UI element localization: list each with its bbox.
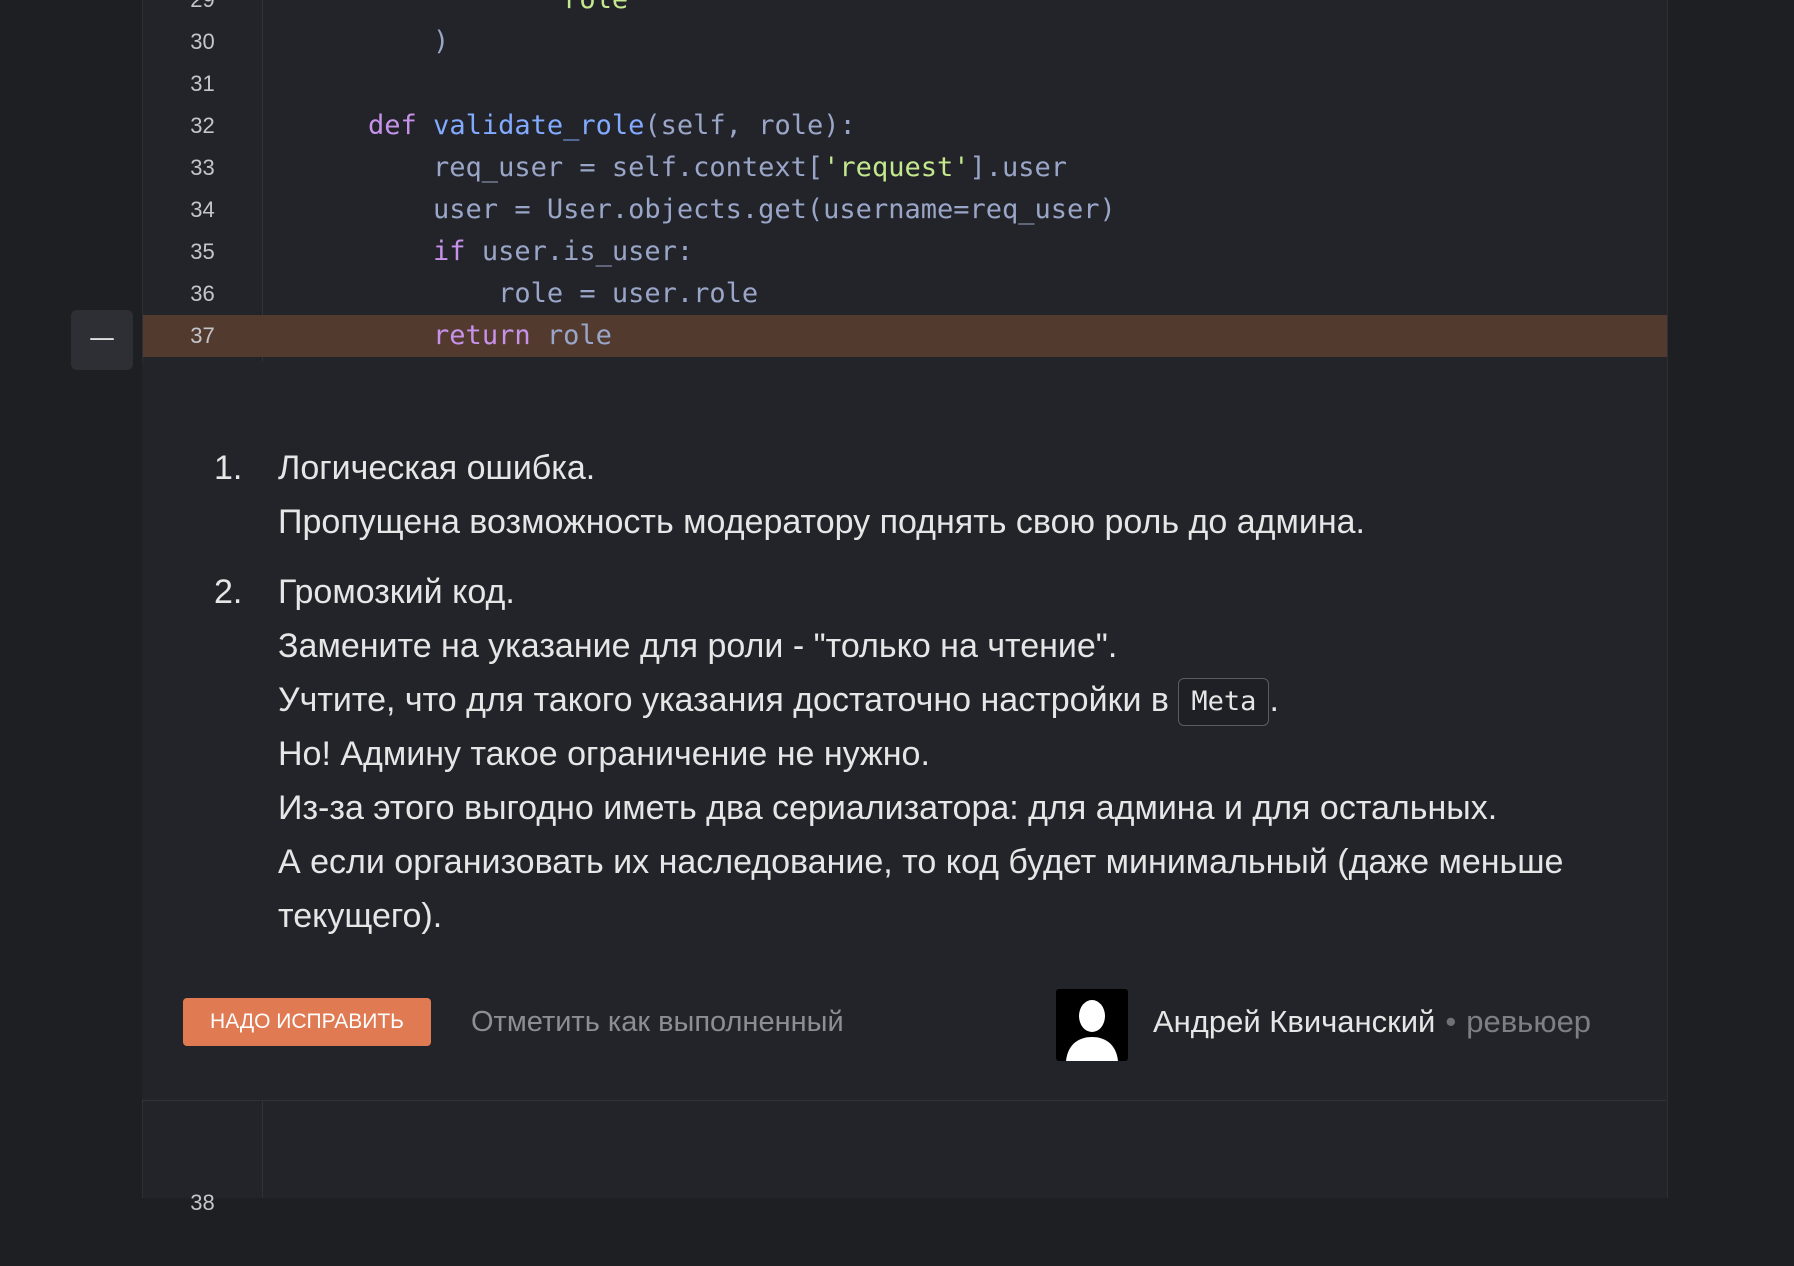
code-text: role [303,0,628,21]
code-line-37[interactable]: 37 return role [143,315,1667,357]
comment-footer: НАДО ИСПРАВИТЬ Отметить как выполненный … [183,989,1623,1061]
author-role: ревьюер [1466,1004,1592,1039]
code-line-38[interactable]: 38 [143,1140,1667,1215]
comment-text: А если организовать их наследование, то … [278,843,1564,935]
line-number: 32 [190,113,215,138]
line-number: 30 [190,29,215,54]
inline-code: Meta [1178,678,1270,727]
line-number: 37 [190,323,215,348]
comment-text: Из-за этого выгодно иметь два сериализат… [278,789,1498,827]
code-text: user = User.objects.get(username=req_use… [303,189,1116,231]
code-line-31[interactable]: 31 [143,63,1667,105]
line-number: 35 [190,239,215,264]
code-line-35[interactable]: 35 if user.is_user: [143,231,1667,273]
code-token: def [368,110,417,141]
comment-text: Пропущена возможность модератору поднять… [278,503,1365,541]
code-line-34[interactable]: 34 user = User.objects.get(username=req_… [143,189,1667,231]
code-token: validate_role [433,110,645,141]
comment-list: 1. Логическая ошибка. Пропущена возможно… [214,441,1594,959]
comment-text: Учтите, что для такого указания достаточ… [278,681,1179,719]
code-line-33[interactable]: 33 req_user = self.context['request'].us… [143,147,1667,189]
line-number: 34 [190,197,215,222]
code-line-36[interactable]: 36 role = user.role [143,273,1667,315]
code-text: if user.is_user: [303,231,693,273]
code-line-30[interactable]: 30 ) [143,21,1667,63]
comment-text: Но! Админу такое ограничение не нужно. [278,735,930,773]
review-comment: 1. Логическая ошибка. Пропущена возможно… [142,361,1666,1101]
user-silhouette-icon [1066,1000,1118,1061]
list-item: 2. Громозкий код. Замените на указание д… [214,565,1594,943]
code-line-29[interactable]: 29 role [143,0,1667,21]
code-text: role = user.role [303,273,758,315]
code-token: role = user.role [303,278,759,309]
list-number: 1. [214,449,243,487]
needs-fix-button[interactable]: НАДО ИСПРАВИТЬ [183,998,431,1046]
line-number: 38 [190,1190,215,1215]
code-text: return role [303,315,612,357]
code-token: if [433,236,466,267]
comment-text: Логическая ошибка. [278,449,596,487]
code-token: role [530,320,612,351]
code-token: return [433,320,531,351]
code-text: def validate_role(self, role): [303,105,856,147]
code-token: 'request' [823,152,970,183]
list-item: 1. Логическая ошибка. Пропущена возможно… [214,441,1594,549]
code-text: ) [303,21,449,63]
code-token: req_user = self.context[ [303,152,824,183]
avatar [1056,989,1128,1061]
author-info: Андрей Квичанский • ревьюер [1153,998,1591,1046]
comment-text: Замените на указание для роли - "только … [278,627,1118,665]
code-token: ].user [969,152,1068,183]
comment-text: . [1269,681,1279,719]
code-token: user = User.objects.get(username=req_use… [303,194,1116,225]
comment-text: Громозкий код. [278,573,515,611]
code-text: req_user = self.context['request'].user [303,147,1067,189]
line-number: 31 [190,71,215,96]
code-token: ) [303,26,450,57]
mark-done-link[interactable]: Отметить как выполненный [471,998,844,1046]
code-token: role [563,0,628,15]
collapse-comment-button[interactable]: — [71,310,133,370]
line-number: 29 [143,0,262,21]
line-number: 33 [190,155,215,180]
separator-dot: • [1445,1004,1457,1039]
comment-text-meta: Учтите, что для такого указания достаточ… [278,673,1594,727]
author-name: Андрей Квичанский [1153,1004,1436,1039]
code-token: (self, role): [644,110,856,141]
code-token: user.is_user: [465,236,694,267]
code-line-32[interactable]: 32 def validate_role(self, role): [143,105,1667,147]
list-number: 2. [214,573,243,611]
line-number: 36 [190,281,215,306]
